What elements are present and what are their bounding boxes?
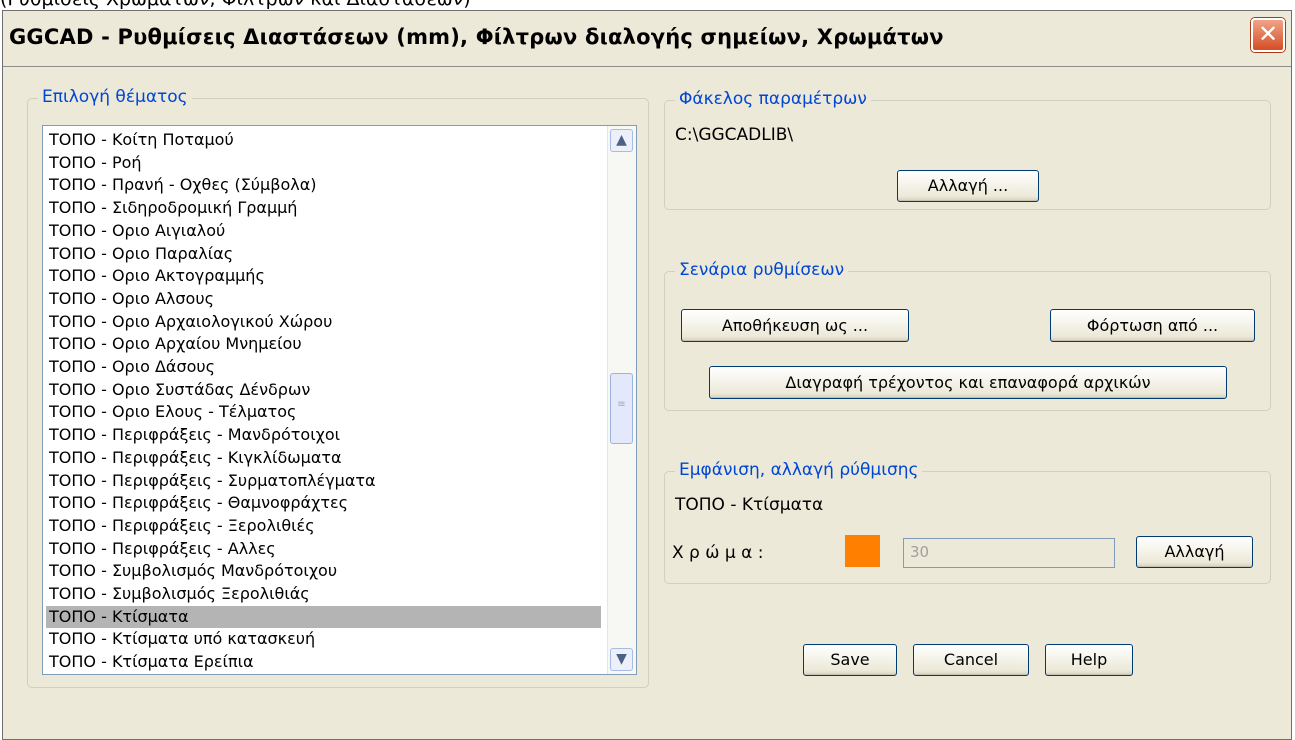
theme-select-group-title: Επιλογή θέματος: [38, 87, 192, 107]
color-label: Χ ρ ώ μ α :: [672, 543, 764, 563]
list-item[interactable]: ΤΟΠΟ - Περιφράξεις - Κιγκλίδωματα: [46, 447, 601, 469]
list-item[interactable]: ΤΟΠΟ - Κτίσματα υπό κατασκευή: [46, 628, 601, 650]
color-swatch[interactable]: [845, 535, 880, 567]
list-item[interactable]: ΤΟΠΟ - Περιφράξεις - Ξερολιθιές: [46, 515, 601, 537]
list-item[interactable]: ΤΟΠΟ - Οριο Δάσους: [46, 356, 601, 378]
chevron-down-icon: ▼: [616, 651, 627, 667]
list-item[interactable]: ΤΟΠΟ - Οριο Παραλίας: [46, 243, 601, 265]
background-text-strip: (Ρυθμίσεις Χρωμάτων, Φίλτρων και Διαστάσ…: [0, 0, 1295, 10]
list-item[interactable]: ΤΟΠΟ - Ροή: [46, 152, 601, 174]
list-item[interactable]: ΤΟΠΟ - Πρανή - Οχθες (Σύμβολα): [46, 174, 601, 196]
save-button[interactable]: Save: [803, 644, 897, 676]
params-folder-path: C:\GGCADLIB\: [675, 125, 794, 145]
display-setting-group-title: Εμφάνιση, αλλαγή ρύθμισης: [675, 460, 923, 480]
list-item[interactable]: ΤΟΠΟ - Περιφράξεις - Μανδρότοιχοι: [46, 424, 601, 446]
window-title: GGCAD - Ρυθμίσεις Διαστάσεων (mm), Φίλτρ…: [9, 25, 944, 49]
change-color-button[interactable]: Αλλαγή: [1136, 536, 1253, 568]
cancel-button[interactable]: Cancel: [913, 644, 1029, 676]
list-item[interactable]: ΤΟΠΟ - Οριο Αιγιαλού: [46, 220, 601, 242]
list-item[interactable]: ΤΟΠΟ - Κτίσματα Ερείπια: [46, 651, 601, 673]
chevron-up-icon: ▲: [616, 132, 627, 148]
title-bar[interactable]: GGCAD - Ρυθμίσεις Διαστάσεων (mm), Φίλτρ…: [3, 11, 1291, 67]
background-heading-text: (Ρυθμίσεις Χρωμάτων, Φίλτρων και Διαστάσ…: [0, 0, 471, 10]
scroll-thumb[interactable]: ≡: [610, 373, 633, 444]
load-from-button[interactable]: Φόρτωση από ...: [1050, 309, 1255, 342]
list-item[interactable]: ΤΟΠΟ - Οριο Ακτογραμμής: [46, 265, 601, 287]
delete-restore-button[interactable]: Διαγραφή τρέχοντος και επαναφορά αρχικών: [709, 366, 1227, 399]
scenarios-group-title: Σενάρια ρυθμίσεων: [675, 260, 849, 280]
theme-listbox[interactable]: ΤΟΠΟ - Κοίτη Ποταμού ΤΟΠΟ - Ροή ΤΟΠΟ - Πρα…: [42, 125, 637, 675]
list-item[interactable]: ΤΟΠΟ - Οριο Συστάδας Δένδρων: [46, 379, 601, 401]
list-item[interactable]: ΤΟΠΟ - Οριο Αρχαιολογικού Χώρου: [46, 311, 601, 333]
list-item[interactable]: ΤΟΠΟ - Συμβολισμός Ξερολιθιάς: [46, 583, 601, 605]
params-folder-group-title: Φάκελος παραμέτρων: [675, 89, 871, 109]
list-item[interactable]: ΤΟΠΟ - Οριο Αλσους: [46, 288, 601, 310]
save-as-button[interactable]: Αποθήκευση ως ...: [681, 309, 909, 342]
list-item[interactable]: ΤΟΠΟ - Περιφράξεις - Αλλες: [46, 538, 601, 560]
list-item[interactable]: ΤΟΠΟ - Συμβολισμός Μανδρότοιχου: [46, 560, 601, 582]
close-button[interactable]: ✕: [1251, 18, 1285, 52]
color-value-field: 30: [903, 538, 1115, 568]
current-theme-label: ΤΟΠΟ - Κτίσματα: [675, 495, 824, 515]
scroll-up-button[interactable]: ▲: [610, 129, 633, 152]
list-item[interactable]: ΤΟΠΟ - Περιφράξεις - Θαμνοφράχτες: [46, 492, 601, 514]
list-item[interactable]: ΤΟΠΟ - Οριο Αρχαίου Μνημείου: [46, 333, 601, 355]
help-button[interactable]: Help: [1045, 644, 1133, 676]
list-item[interactable]: ΤΟΠΟ - Κοίτη Ποταμού: [46, 129, 601, 151]
change-folder-button[interactable]: Αλλαγή ...: [897, 170, 1039, 202]
vertical-scrollbar[interactable]: ▲ ≡ ▼: [607, 126, 636, 674]
close-icon: ✕: [1257, 20, 1279, 48]
list-item[interactable]: ΤΟΠΟ - Οριο Ελους - Τέλματος: [46, 401, 601, 423]
list-item[interactable]: ΤΟΠΟ - Κτίσματα: [46, 605, 601, 628]
list-item[interactable]: ΤΟΠΟ - Περιφράξεις - Συρματοπλέγματα: [46, 470, 601, 492]
scroll-down-button[interactable]: ▼: [610, 648, 633, 671]
grip-icon: ≡: [617, 399, 626, 410]
list-item[interactable]: ΤΟΠΟ - Σιδηροδρομική Γραμμή: [46, 197, 601, 219]
